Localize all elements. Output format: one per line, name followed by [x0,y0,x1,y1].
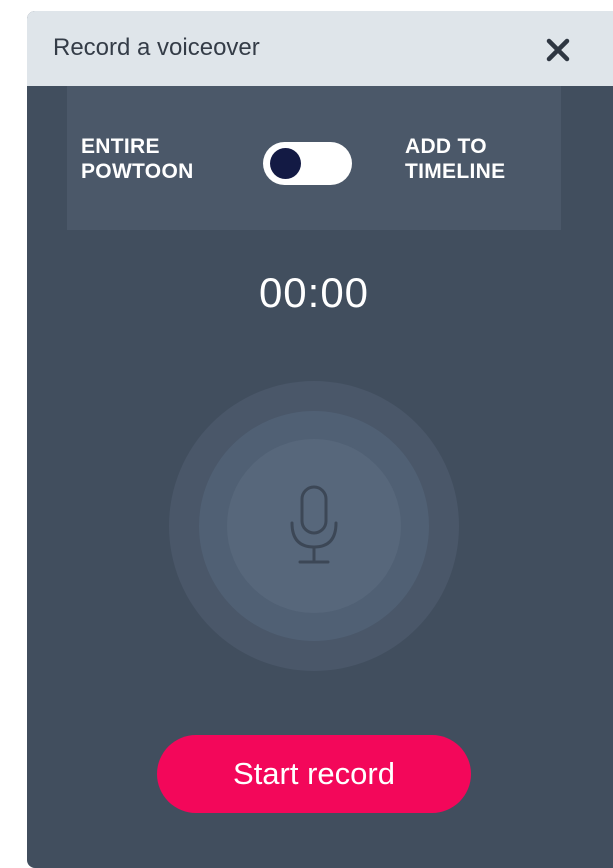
microphone-button[interactable] [227,439,401,613]
mode-label-line: POWTOON [81,160,194,183]
close-icon [546,38,570,62]
mode-label-add-to-timeline[interactable]: ADD TO TIMELINE [405,134,505,184]
record-mode-toggle[interactable] [263,142,352,185]
dialog-title: Record a voiceover [53,34,260,61]
mode-label-entire-powtoon[interactable]: ENTIRE POWTOON [81,134,194,184]
mode-label-line: TIMELINE [405,160,506,183]
mode-label-line: ADD TO [405,135,487,158]
voiceover-dialog: Record a voiceover ENTIRE POWTOON ADD TO… [27,11,613,868]
toggle-knob [270,148,301,179]
recording-timer: 00:00 [258,269,370,316]
close-button[interactable] [540,33,576,67]
record-mode-selector: ENTIRE POWTOON ADD TO TIMELINE [67,86,561,230]
dialog-header: Record a voiceover [27,11,613,86]
mode-label-line: ENTIRE [81,135,160,158]
start-record-button[interactable]: Start record [157,735,471,813]
microphone-icon [290,485,338,564]
